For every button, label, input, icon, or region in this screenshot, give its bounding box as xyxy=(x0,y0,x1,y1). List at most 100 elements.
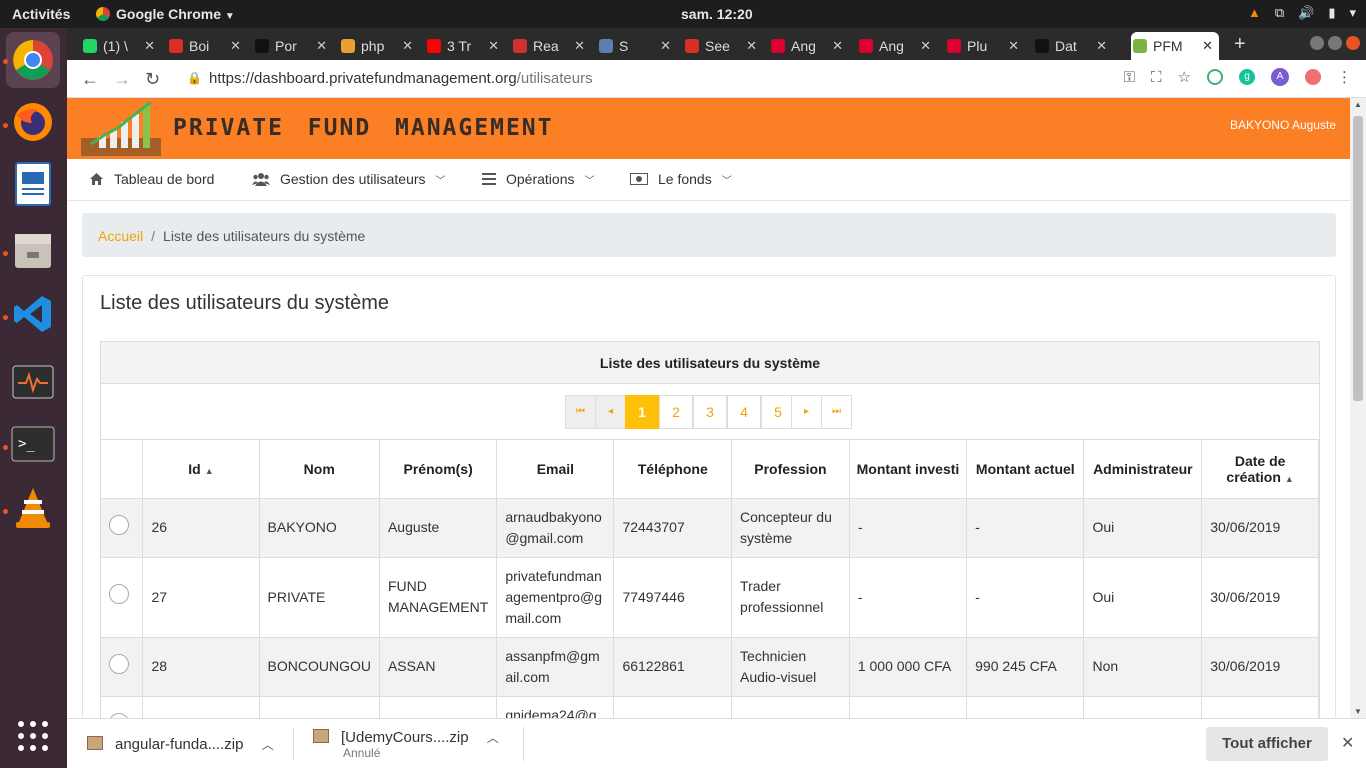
page-2-button[interactable]: 2 xyxy=(659,395,693,429)
nav-operations[interactable]: Opérations ﹀ xyxy=(482,171,594,187)
browser-tab[interactable]: Por ✕ xyxy=(253,32,333,60)
volume-icon[interactable]: 🔊 xyxy=(1298,5,1314,21)
close-download-bar-icon[interactable]: ✕ xyxy=(1341,733,1354,753)
nav-users[interactable]: Gestion des utilisateurs ﹀ xyxy=(252,171,446,187)
window-controls[interactable] xyxy=(1310,36,1360,50)
prev-page-button[interactable]: ◂ xyxy=(595,395,626,429)
browser-tab[interactable]: Dat ✕ xyxy=(1033,32,1113,60)
browser-tab[interactable]: Ang ✕ xyxy=(857,32,937,60)
last-page-button[interactable]: ⏭ xyxy=(821,395,852,429)
star-icon[interactable]: ☆ xyxy=(1178,68,1191,86)
files-launcher[interactable] xyxy=(9,226,57,274)
download-item[interactable]: angular-funda....zip ︿ xyxy=(87,736,274,753)
browser-tab[interactable]: Rea ✕ xyxy=(511,32,591,60)
table-row[interactable]: 29 GUISSE DEMAGORI gnidema24@gmail.com 7… xyxy=(101,696,1319,718)
sort-icon[interactable]: ▲ xyxy=(205,466,214,476)
network-icon[interactable]: ⧉ xyxy=(1275,5,1284,21)
browser-tab[interactable]: S ✕ xyxy=(597,32,677,60)
col-id[interactable]: Id ▲ xyxy=(142,440,260,499)
page-4-button[interactable]: 4 xyxy=(727,395,761,429)
vlc-launcher[interactable] xyxy=(9,484,57,532)
table-row[interactable]: 26 BAKYONO Auguste arnaudbakyono@gmail.c… xyxy=(101,498,1319,558)
chevron-down-icon[interactable]: ▾ xyxy=(1349,5,1356,21)
browser-tab[interactable]: (1) \ ✕ xyxy=(81,32,161,60)
app-menu[interactable]: Google Chrome ▼ xyxy=(96,6,235,22)
new-tab-button[interactable]: + xyxy=(1234,33,1246,56)
close-tab-icon[interactable]: ✕ xyxy=(920,38,931,54)
maximize-icon[interactable] xyxy=(1328,36,1342,50)
row-radio[interactable] xyxy=(109,514,129,535)
browser-tab[interactable]: Boi ✕ xyxy=(167,32,247,60)
user-name[interactable]: BAKYONO Auguste xyxy=(1230,118,1336,132)
scroll-up-icon[interactable]: ▲ xyxy=(1354,100,1362,109)
extension-icon[interactable] xyxy=(1207,69,1223,85)
page-5-button[interactable]: 5 xyxy=(761,395,795,429)
system-tray[interactable]: ▲ ⧉ 🔊 ▮ ▾ xyxy=(1248,5,1356,21)
table-row[interactable]: 27 PRIVATE FUND MANAGEMENT privatefundma… xyxy=(101,557,1319,638)
close-tab-icon[interactable]: ✕ xyxy=(660,38,671,54)
show-applications-button[interactable] xyxy=(9,712,57,760)
grammarly-icon[interactable]: g xyxy=(1239,69,1255,85)
writer-launcher[interactable] xyxy=(9,160,57,208)
close-tab-icon[interactable]: ✕ xyxy=(1096,38,1107,54)
menu-icon[interactable]: ⋮ xyxy=(1337,68,1352,86)
close-tab-icon[interactable]: ✕ xyxy=(316,38,327,54)
nav-fund[interactable]: Le fonds ﹀ xyxy=(630,171,732,187)
key-icon[interactable]: ⚿ xyxy=(1124,69,1135,86)
brand-title[interactable]: PRIVATE FUND MANAGEMENT xyxy=(173,115,554,141)
row-radio[interactable] xyxy=(109,584,129,604)
close-tab-icon[interactable]: ✕ xyxy=(1008,38,1019,54)
page-scrollbar[interactable]: ▲ ▼ xyxy=(1350,98,1366,718)
close-tab-icon[interactable]: ✕ xyxy=(230,38,241,54)
reload-icon[interactable]: ↻ xyxy=(145,69,160,90)
first-page-button[interactable]: ⏮ xyxy=(565,395,596,429)
breadcrumb-home[interactable]: Accueil xyxy=(98,228,143,244)
chevron-up-icon[interactable]: ︿ xyxy=(262,738,274,752)
next-page-button[interactable]: ▸ xyxy=(791,395,822,429)
chevron-up-icon[interactable]: ︿ xyxy=(487,731,499,745)
page-1-button[interactable]: 1 xyxy=(625,395,659,429)
firefox-launcher[interactable] xyxy=(9,98,57,146)
col-date-creation[interactable]: Date de création ▲ xyxy=(1201,440,1319,499)
battery-icon[interactable]: ▮ xyxy=(1328,5,1335,21)
browser-tab[interactable]: php ✕ xyxy=(339,32,419,60)
url-field[interactable]: https://dashboard.privatefundmanagement.… xyxy=(209,70,593,87)
download-item[interactable]: [UdemyCours....zip ︿ Annulé xyxy=(313,729,499,760)
profile-avatar[interactable]: A xyxy=(1271,68,1289,86)
vscode-launcher[interactable] xyxy=(9,290,57,338)
browser-tab[interactable]: PFM ✕ xyxy=(1131,32,1219,60)
page-3-button[interactable]: 3 xyxy=(693,395,727,429)
minimize-icon[interactable] xyxy=(1310,36,1324,50)
close-tab-icon[interactable]: ✕ xyxy=(832,38,843,54)
sort-icon[interactable]: ▲ xyxy=(1285,474,1294,484)
table-row[interactable]: 28 BONCOUNGOU ASSAN assanpfm@gmail.com 6… xyxy=(101,637,1319,697)
close-tab-icon[interactable]: ✕ xyxy=(574,38,585,54)
translate-icon[interactable]: ⛶ xyxy=(1151,69,1162,86)
close-window-icon[interactable] xyxy=(1346,36,1360,50)
browser-tab[interactable]: 3 Tr ✕ xyxy=(425,32,505,60)
vlc-tray-icon[interactable]: ▲ xyxy=(1248,5,1261,21)
browser-tab[interactable]: See ✕ xyxy=(683,32,763,60)
clock[interactable]: sam. 12:20 xyxy=(681,6,753,22)
extension-icon[interactable] xyxy=(1305,69,1321,85)
close-tab-icon[interactable]: ✕ xyxy=(402,38,413,54)
close-tab-icon[interactable]: ✕ xyxy=(488,38,499,54)
nav-dashboard[interactable]: Tableau de bord xyxy=(89,171,214,187)
close-tab-icon[interactable]: ✕ xyxy=(1202,38,1213,54)
cell-nom: BONCOUNGOU xyxy=(259,637,380,697)
forward-icon[interactable]: → xyxy=(113,69,131,90)
scrollbar-thumb[interactable] xyxy=(1353,116,1363,401)
scroll-down-icon[interactable]: ▼ xyxy=(1354,707,1362,716)
show-all-downloads-button[interactable]: Tout afficher xyxy=(1206,727,1328,761)
close-tab-icon[interactable]: ✕ xyxy=(144,38,155,54)
browser-tab[interactable]: Plu ✕ xyxy=(945,32,1025,60)
terminal-launcher[interactable]: >_ xyxy=(9,420,57,468)
back-icon[interactable]: ← xyxy=(81,69,99,90)
close-tab-icon[interactable]: ✕ xyxy=(746,38,757,54)
lock-icon[interactable]: 🔒 xyxy=(187,71,202,85)
system-monitor-launcher[interactable] xyxy=(9,358,57,406)
row-radio[interactable] xyxy=(109,653,129,674)
chrome-launcher[interactable] xyxy=(6,32,60,88)
browser-tab[interactable]: Ang ✕ xyxy=(769,32,849,60)
activities-button[interactable]: Activités xyxy=(12,6,70,22)
